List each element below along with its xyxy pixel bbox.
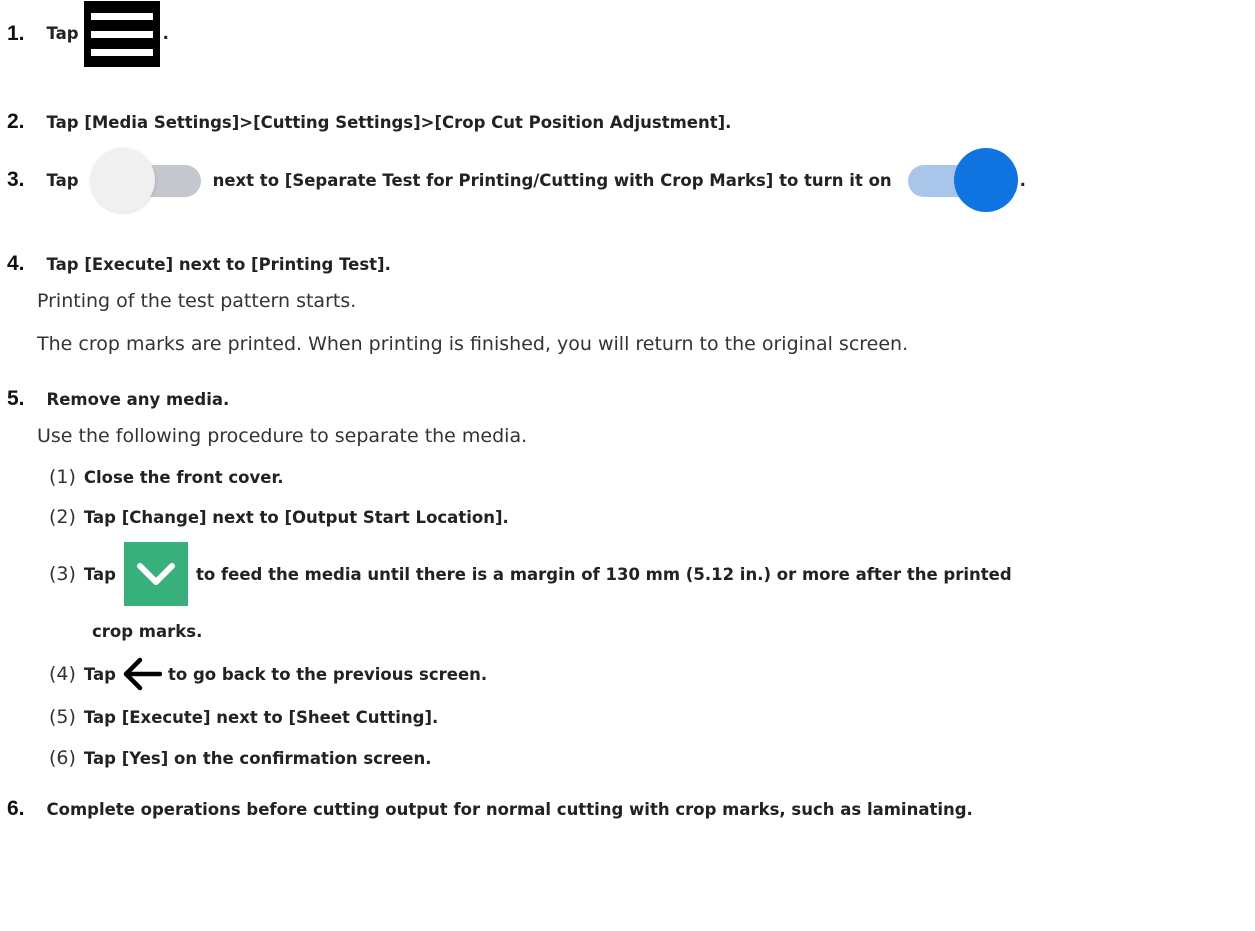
- step-4: 4. Tap [Execute] next to [Printing Test]…: [0, 250, 391, 278]
- step-text: Tap: [46, 170, 79, 190]
- substep-text: Tap [Execute] next to [Sheet Cutting].: [83, 707, 439, 727]
- substep-5: (5) Tap [Execute] next to [Sheet Cutting…: [49, 701, 438, 733]
- step-text-end: .: [162, 24, 169, 43]
- menu-icon: [83, 0, 160, 67]
- step-number: 5.: [7, 387, 25, 410]
- step-3: 3. Tap next to [Separate Test for Printi…: [0, 148, 1026, 212]
- substep-2: (2) Tap [Change] next to [Output Start L…: [49, 501, 509, 533]
- substep-text: Tap: [83, 664, 116, 684]
- substep-text: Close the front cover.: [83, 467, 284, 487]
- step-number: 3.: [7, 168, 25, 191]
- substep-text-end: to go back to the previous screen.: [168, 664, 488, 684]
- substep-number: (4): [49, 663, 76, 685]
- step-5-intro: Use the following procedure to separate …: [37, 425, 528, 447]
- step-4-result-2: The crop marks are printed. When printin…: [37, 333, 909, 355]
- substep-number: (1): [49, 466, 76, 488]
- step-text: Remove any media.: [46, 389, 230, 409]
- step-text: Tap [Execute] next to [Printing Test].: [46, 254, 391, 274]
- chevron-down-icon: [124, 542, 188, 606]
- step-text: Tap [Media Settings]>[Cutting Settings]>…: [46, 112, 732, 132]
- step-5: 5. Remove any media.: [0, 385, 229, 413]
- substep-number: (2): [49, 506, 76, 528]
- substep-3-continued: crop marks.: [92, 621, 203, 641]
- step-number: 4.: [7, 252, 25, 275]
- substep-number: (6): [49, 747, 76, 769]
- step-text-mid: next to [Separate Test for Printing/Cutt…: [212, 170, 892, 190]
- step-2: 2. Tap [Media Settings]>[Cutting Setting…: [0, 108, 731, 136]
- substep-text: Tap: [83, 564, 116, 584]
- step-text-end: .: [1019, 170, 1026, 190]
- substep-text-mid: to feed the media until there is a margi…: [196, 564, 1012, 584]
- substep-number: (5): [49, 706, 76, 728]
- substep-text: Tap [Change] next to [Output Start Locat…: [83, 507, 509, 527]
- toggle-off-icon: [90, 148, 203, 212]
- arrow-left-icon: [122, 656, 162, 692]
- toggle-on-icon: [906, 148, 1018, 212]
- step-number: 6.: [7, 797, 25, 820]
- step-text: Complete operations before cutting outpu…: [46, 799, 973, 819]
- step-4-result-1: Printing of the test pattern starts.: [37, 290, 357, 312]
- substep-1: (1) Close the front cover.: [49, 461, 284, 493]
- substep-4: (4) Tap to go back to the previous scree…: [49, 654, 487, 694]
- substep-number: (3): [49, 563, 76, 585]
- step-text: Tap: [46, 24, 79, 43]
- substep-3: (3) Tap to feed the media until there is…: [49, 542, 1012, 606]
- step-number: 2.: [7, 110, 25, 133]
- step-1: 1. Tap .: [0, 0, 169, 67]
- substep-text: Tap [Yes] on the confirmation screen.: [83, 748, 432, 768]
- step-6: 6. Complete operations before cutting ou…: [0, 795, 973, 823]
- step-number: 1.: [7, 21, 25, 45]
- substep-6: (6) Tap [Yes] on the confirmation screen…: [49, 742, 431, 774]
